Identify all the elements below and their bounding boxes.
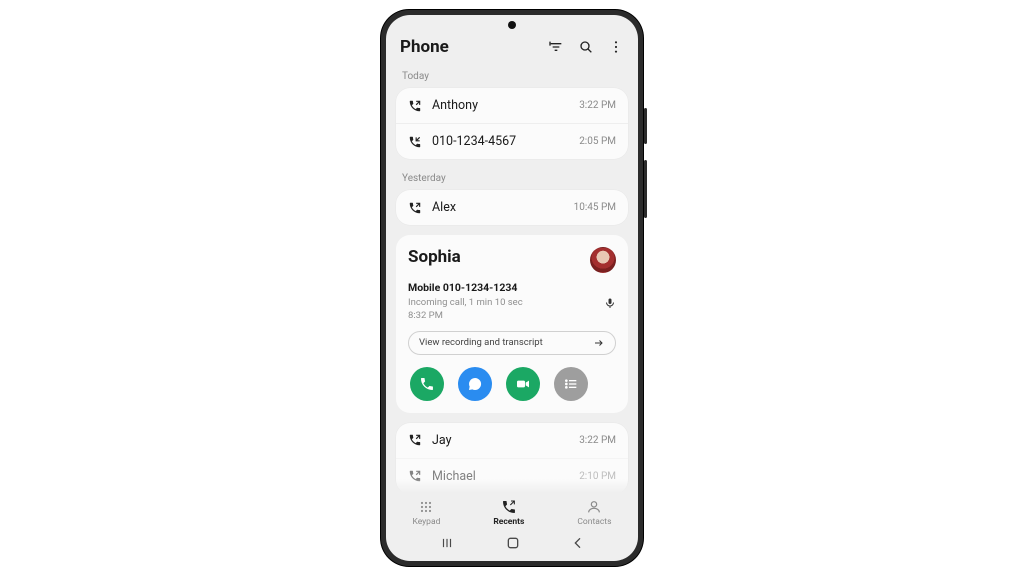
- detail-time: 8:32 PM: [408, 309, 523, 322]
- view-recording-button[interactable]: View recording and transcript: [408, 331, 616, 355]
- filter-icon[interactable]: [548, 39, 564, 55]
- screen: Phone Today Anthony 3:22 P: [386, 15, 638, 561]
- call-row[interactable]: Alex 10:45 PM: [396, 190, 628, 225]
- phone-frame: Phone Today Anthony 3:22 P: [381, 10, 643, 566]
- nav-home-icon[interactable]: [505, 535, 521, 551]
- page-title: Phone: [400, 37, 449, 57]
- recents-icon: [501, 499, 517, 515]
- tab-recents[interactable]: Recents: [493, 499, 524, 527]
- call-time: 2:05 PM: [579, 136, 616, 147]
- mic-icon: [604, 297, 616, 309]
- detail-number: Mobile 010-1234-1234: [408, 281, 616, 294]
- call-name: Anthony: [432, 98, 569, 113]
- incoming-call-icon: [408, 135, 422, 149]
- call-time: 3:22 PM: [579, 100, 616, 111]
- section-label-yesterday: Yesterday: [396, 169, 628, 190]
- call-time: 3:22 PM: [579, 435, 616, 446]
- video-call-button[interactable]: [506, 367, 540, 401]
- section-card: Alex 10:45 PM: [396, 190, 628, 225]
- system-nav: [386, 529, 638, 561]
- call-button[interactable]: [410, 367, 444, 401]
- camera-cutout: [508, 21, 516, 29]
- avatar[interactable]: [590, 247, 616, 273]
- call-name: 010-1234-4567: [432, 134, 569, 149]
- detail-meta: Incoming call, 1 min 10 sec: [408, 296, 523, 309]
- call-row[interactable]: 010-1234-4567 2:05 PM: [396, 123, 628, 159]
- contacts-icon: [586, 499, 602, 515]
- arrow-right-icon: [593, 337, 605, 349]
- call-detail-card: Sophia Mobile 010-1234-1234 Incoming cal…: [396, 235, 628, 413]
- call-row[interactable]: Jay 3:22 PM: [396, 423, 628, 458]
- call-time: 10:45 PM: [574, 202, 616, 213]
- tab-label: Contacts: [577, 517, 611, 527]
- keypad-icon: [418, 499, 434, 515]
- outgoing-call-icon: [408, 201, 422, 215]
- call-log[interactable]: Today Anthony 3:22 PM 010-1234-4567 2:05…: [386, 67, 638, 493]
- bottom-tabs: Keypad Recents Contacts: [386, 493, 638, 529]
- nav-back-icon[interactable]: [570, 535, 586, 551]
- scroll-fade: [386, 479, 638, 493]
- tab-contacts[interactable]: Contacts: [577, 499, 611, 527]
- message-button[interactable]: [458, 367, 492, 401]
- section-label-today: Today: [396, 67, 628, 88]
- tab-label: Keypad: [412, 517, 440, 527]
- outgoing-call-icon: [408, 433, 422, 447]
- more-icon[interactable]: [608, 39, 624, 55]
- call-name: Jay: [432, 433, 569, 448]
- detail-name: Sophia: [408, 247, 461, 267]
- call-name: Alex: [432, 200, 564, 215]
- details-button[interactable]: [554, 367, 588, 401]
- tab-label: Recents: [493, 517, 524, 527]
- pill-label: View recording and transcript: [419, 337, 543, 348]
- tab-keypad[interactable]: Keypad: [412, 499, 440, 527]
- search-icon[interactable]: [578, 39, 594, 55]
- outgoing-call-icon: [408, 99, 422, 113]
- call-row[interactable]: Anthony 3:22 PM: [396, 88, 628, 123]
- nav-recents-icon[interactable]: [438, 536, 456, 550]
- section-card: Anthony 3:22 PM 010-1234-4567 2:05 PM: [396, 88, 628, 159]
